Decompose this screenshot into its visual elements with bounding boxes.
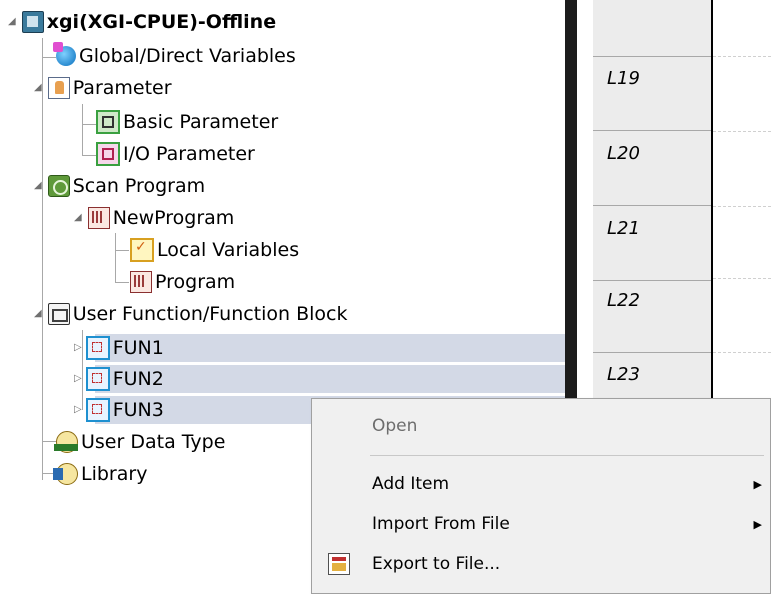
tree-item-parameter[interactable]: ◢ Parameter	[34, 74, 172, 102]
tree-item-global-variables[interactable]: Global/Direct Variables	[53, 42, 296, 70]
tree-item-scan-program[interactable]: ◢ Scan Program	[34, 172, 205, 200]
tree-guide-line	[42, 441, 56, 442]
tree-item-label: User Data Type	[81, 431, 226, 453]
context-menu: Open Add Item ▶ Import From File ▶ Expor…	[311, 398, 771, 594]
function-block-icon	[47, 303, 70, 325]
tree-item-user-function-block[interactable]: ◢ User Function/Function Block	[34, 300, 348, 328]
tree-item-newprogram[interactable]: ◢ NewProgram	[74, 204, 234, 232]
rung-label: L21	[607, 218, 640, 239]
rung-divider	[713, 278, 771, 279]
expand-arrow-icon[interactable]: ▷	[74, 374, 82, 384]
tree-item-label: User Function/Function Block	[72, 303, 348, 325]
selection-highlight	[95, 365, 567, 393]
rung-divider	[713, 352, 771, 353]
rung-cell[interactable]: L22	[593, 278, 711, 353]
rung-cell[interactable]: L19	[593, 56, 711, 131]
tree-item-fun2[interactable]: ▷ FUN2	[74, 365, 164, 393]
export-icon	[328, 553, 350, 575]
function-icon	[85, 398, 110, 422]
collapse-arrow-icon[interactable]: ◢	[74, 213, 82, 223]
library-icon	[53, 463, 78, 485]
menu-item-label: Open	[372, 416, 418, 436]
scan-program-icon	[47, 175, 70, 197]
menu-item-label: Import From File	[372, 514, 510, 534]
rung-label: L23	[607, 364, 640, 385]
tree-item-label: Global/Direct Variables	[79, 45, 296, 67]
tree-guide-line	[115, 250, 129, 251]
expand-arrow-icon[interactable]: ▷	[74, 405, 82, 415]
rung-divider	[713, 206, 771, 207]
tree-item-local-variables[interactable]: Local Variables	[130, 236, 299, 264]
program-icon	[130, 271, 152, 293]
tree-item-label: NewProgram	[112, 207, 235, 229]
tree-item-label: Local Variables	[157, 239, 300, 261]
menu-item-open[interactable]: Open	[312, 407, 770, 445]
tree-item-label: FUN3	[112, 399, 164, 421]
global-variables-icon	[53, 42, 76, 66]
program-icon	[87, 207, 110, 229]
tree-item-label: Scan Program	[72, 175, 206, 197]
rung-divider	[713, 56, 771, 57]
tree-item-library[interactable]: Library	[53, 460, 148, 488]
rung-label: L20	[607, 143, 640, 164]
collapse-arrow-icon[interactable]: ◢	[34, 83, 42, 93]
function-icon	[85, 336, 110, 360]
plc-project-icon	[21, 11, 44, 33]
collapse-arrow-icon[interactable]: ◢	[34, 309, 42, 319]
tree-item-fun1[interactable]: ▷ FUN1	[74, 334, 164, 362]
tree-guide-line	[82, 104, 83, 156]
user-data-type-icon	[54, 431, 78, 453]
parameter-icon	[47, 77, 70, 99]
rung-cell	[593, 0, 711, 57]
tree-item-label: FUN1	[112, 337, 164, 359]
tree-guide-line	[82, 124, 96, 125]
local-variables-icon	[130, 238, 154, 262]
basic-parameter-icon	[96, 110, 120, 134]
tree-guide-line	[115, 233, 116, 283]
submenu-arrow-icon: ▶	[753, 477, 762, 491]
rung-divider	[713, 131, 771, 132]
tree-item-program[interactable]: Program	[130, 268, 235, 296]
menu-item-add-item[interactable]: Add Item ▶	[312, 465, 770, 503]
tree-item-fun3[interactable]: ▷ FUN3	[74, 396, 164, 424]
tree-item-label: Basic Parameter	[123, 111, 279, 133]
tree-item-label: Program	[155, 271, 236, 293]
collapse-arrow-icon[interactable]: ◢	[8, 17, 16, 27]
tree-item-basic-parameter[interactable]: Basic Parameter	[96, 108, 278, 136]
tree-item-io-parameter[interactable]: I/O Parameter	[96, 140, 255, 168]
rung-label: L19	[607, 68, 640, 89]
tree-guide-line	[42, 38, 43, 480]
collapse-arrow-icon[interactable]: ◢	[34, 181, 42, 191]
rung-label: L22	[607, 290, 640, 311]
menu-item-label: Export to File...	[372, 554, 501, 574]
menu-item-export-to-file[interactable]: Export to File...	[312, 545, 770, 583]
tree-item-label: xgi(XGI-CPUE)-Offline	[46, 11, 277, 33]
selection-highlight	[95, 334, 567, 362]
function-icon	[85, 367, 110, 391]
rung-cell[interactable]: L21	[593, 206, 711, 281]
expand-arrow-icon[interactable]: ▷	[74, 343, 82, 353]
tree-item-label: FUN2	[112, 368, 164, 390]
menu-item-label: Add Item	[372, 474, 450, 494]
tree-item-label: I/O Parameter	[123, 143, 255, 165]
menu-item-import-from-file[interactable]: Import From File ▶	[312, 505, 770, 543]
menu-separator	[370, 455, 764, 456]
rung-cell[interactable]: L20	[593, 131, 711, 206]
io-parameter-icon	[96, 142, 120, 166]
tree-root[interactable]: ◢ xgi(XGI-CPUE)-Offline	[8, 8, 276, 36]
tree-guide-line	[42, 57, 56, 58]
submenu-arrow-icon: ▶	[753, 517, 762, 531]
tree-item-label: Library	[81, 463, 148, 485]
tree-item-user-data-type[interactable]: User Data Type	[54, 428, 226, 456]
tree-guide-line	[82, 155, 96, 156]
tree-guide-line	[115, 282, 129, 283]
tree-item-label: Parameter	[72, 77, 172, 99]
